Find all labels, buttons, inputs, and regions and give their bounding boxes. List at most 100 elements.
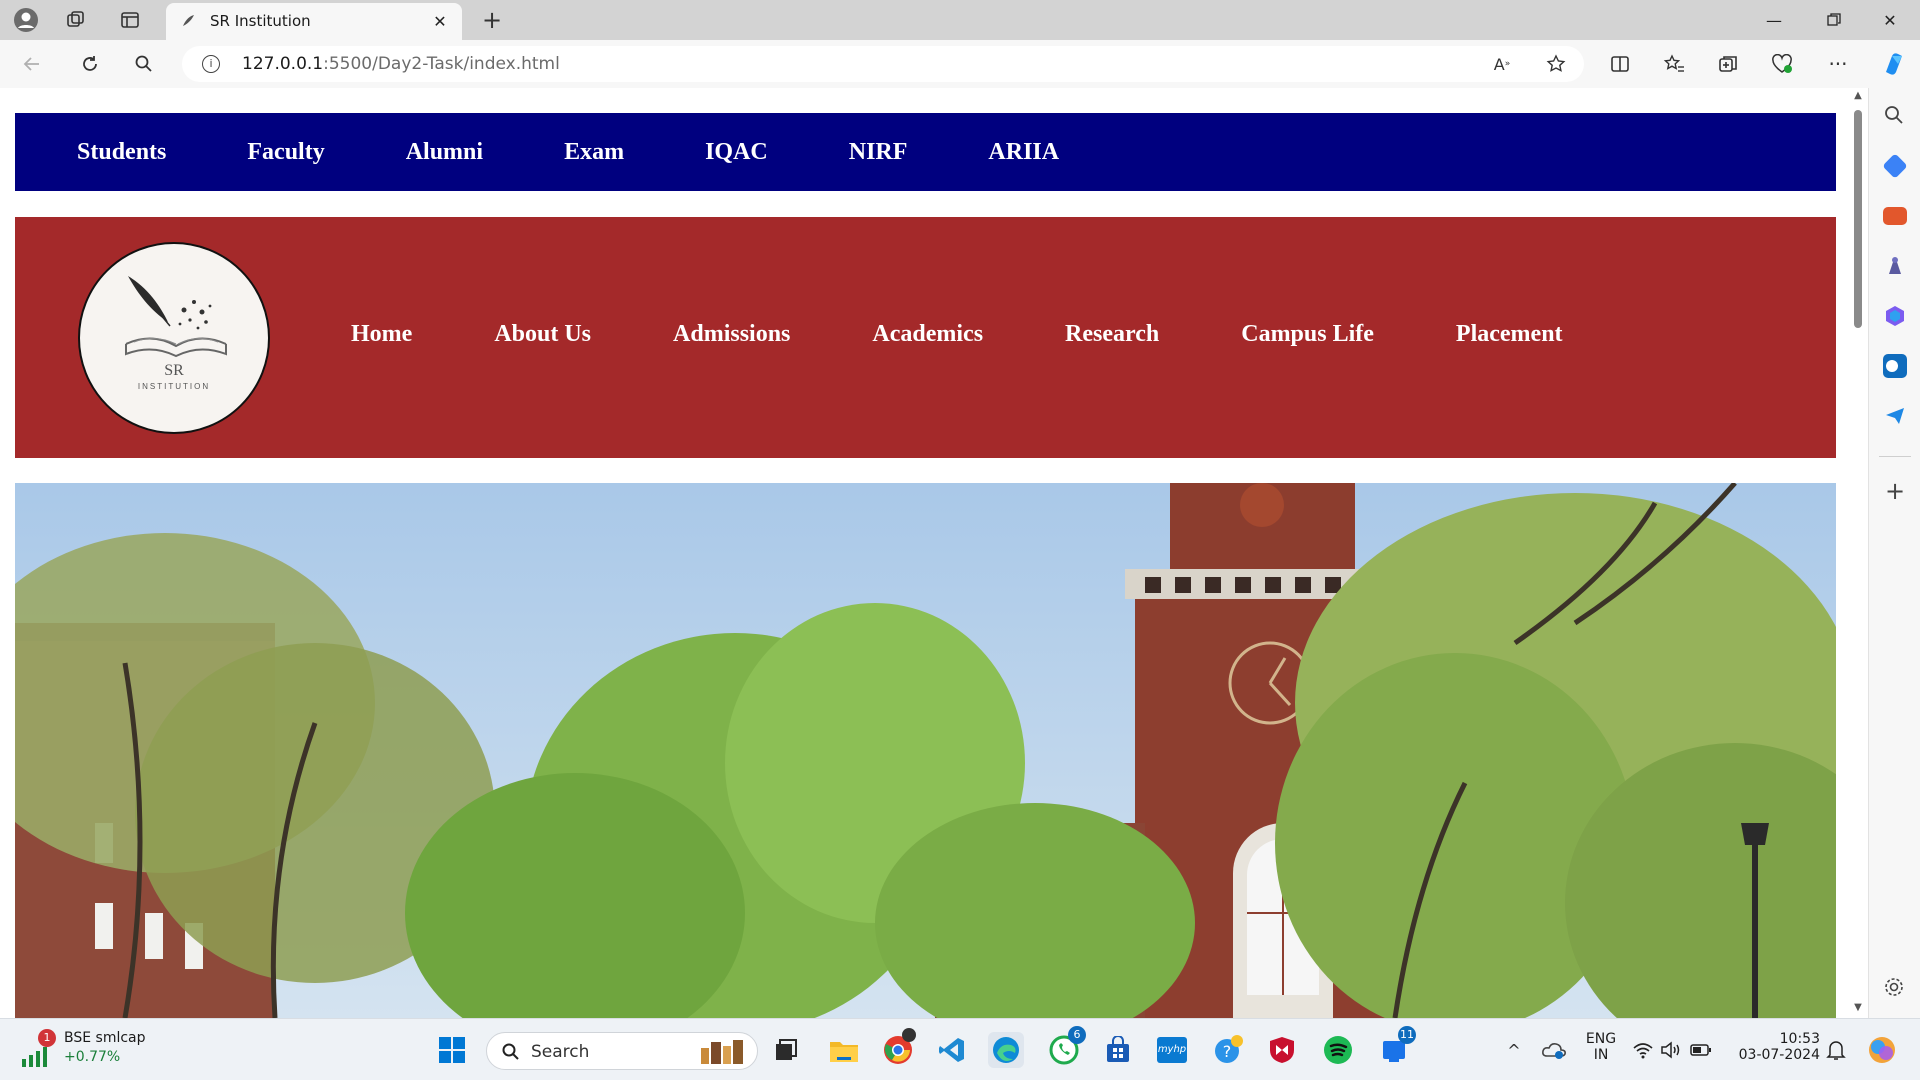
favorites-icon[interactable] — [1662, 52, 1686, 76]
region-code: IN — [1593, 1047, 1609, 1063]
collections-icon[interactable] — [1716, 52, 1740, 76]
main-menu: Home About Us Admissions Academics Resea… — [351, 321, 1645, 348]
microsoft-365-icon[interactable] — [1883, 304, 1907, 328]
sidebar-divider — [1879, 456, 1911, 457]
url-text: 127.0.0.1:5500/Day2-Task/index.html — [242, 54, 560, 74]
search-icon[interactable] — [132, 52, 156, 76]
institution-logo[interactable]: SR INSTITUTION — [78, 242, 270, 434]
menu-home[interactable]: Home — [351, 321, 412, 348]
todo-badge: 11 — [1398, 1026, 1416, 1044]
site-info-icon[interactable]: i — [202, 55, 220, 73]
main-header: SR INSTITUTION Home About Us Admissions … — [15, 217, 1836, 458]
topnav-faculty[interactable]: Faculty — [247, 139, 324, 166]
menu-admissions[interactable]: Admissions — [673, 321, 790, 348]
file-explorer-icon[interactable] — [826, 1032, 862, 1068]
sidebar-settings-icon[interactable] — [1883, 976, 1907, 1000]
show-hidden-icons-icon[interactable]: ^ — [1496, 1032, 1532, 1068]
topnav-nirf[interactable]: NIRF — [849, 139, 908, 166]
menu-research[interactable]: Research — [1065, 321, 1159, 348]
page-viewport: Students Faculty Alumni Exam IQAC NIRF A… — [0, 88, 1868, 1018]
help-icon[interactable]: ? — [1210, 1032, 1246, 1068]
topnav-iqac[interactable]: IQAC — [705, 139, 768, 166]
edge-icon[interactable] — [988, 1032, 1024, 1068]
copilot-icon[interactable] — [1878, 48, 1910, 80]
topnav-alumni[interactable]: Alumni — [406, 139, 483, 166]
myhp-icon[interactable]: myhp — [1154, 1032, 1190, 1068]
chrome-icon[interactable] — [880, 1028, 916, 1068]
profile-icon[interactable] — [12, 6, 40, 34]
stock-widget[interactable]: 1 BSE smlcap +0.77% — [20, 1027, 160, 1073]
workspaces-icon[interactable] — [64, 8, 88, 32]
volume-icon[interactable] — [1658, 1032, 1684, 1068]
close-window-icon[interactable]: ✕ — [1862, 0, 1918, 40]
scrollbar-thumb[interactable] — [1854, 110, 1862, 328]
logo-institution-text: INSTITUTION — [137, 382, 211, 391]
todo-icon[interactable]: 11 — [1376, 1026, 1416, 1068]
language-code: ENG — [1585, 1031, 1617, 1047]
active-tab[interactable]: SR Institution ✕ — [166, 3, 462, 40]
topnav-students[interactable]: Students — [77, 139, 166, 166]
windows-taskbar: 1 BSE smlcap +0.77% Search 6 myhp ? 11 ^… — [0, 1018, 1920, 1080]
whatsapp-badge: 6 — [1068, 1026, 1086, 1044]
send-icon[interactable] — [1883, 404, 1907, 428]
scroll-up-icon[interactable]: ▲ — [1852, 90, 1864, 102]
copilot-taskbar-icon[interactable] — [1864, 1032, 1900, 1068]
games-icon[interactable] — [1883, 254, 1907, 278]
mcafee-icon[interactable] — [1264, 1032, 1300, 1068]
browser-essentials-icon[interactable] — [1770, 52, 1794, 76]
topnav-ariia[interactable]: ARIIA — [988, 139, 1059, 166]
feather-favicon-icon — [183, 15, 194, 26]
url-field[interactable]: i 127.0.0.1:5500/Day2-Task/index.html A» — [182, 46, 1584, 82]
notification-bell-icon[interactable] — [1822, 1032, 1850, 1068]
book-quill-logo-icon — [125, 276, 227, 358]
new-tab-icon[interactable]: + — [478, 6, 506, 34]
sidebar-search-icon[interactable] — [1883, 104, 1907, 128]
top-navigation-bar: Students Faculty Alumni Exam IQAC NIRF A… — [15, 113, 1836, 191]
restore-icon[interactable] — [1806, 0, 1862, 40]
clock[interactable]: 10:53 03-07-2024 — [1730, 1031, 1820, 1063]
wifi-icon[interactable] — [1630, 1032, 1656, 1068]
clock-date: 03-07-2024 — [1738, 1047, 1820, 1063]
outlook-icon[interactable] — [1883, 354, 1907, 378]
widget-title: BSE smlcap — [64, 1030, 146, 1046]
spotify-icon[interactable] — [1320, 1032, 1356, 1068]
address-bar-row: i 127.0.0.1:5500/Day2-Task/index.html A»… — [0, 40, 1920, 88]
onedrive-icon[interactable] — [1536, 1032, 1572, 1068]
close-tab-icon[interactable]: ✕ — [428, 9, 452, 33]
read-aloud-icon[interactable]: A» — [1490, 52, 1514, 76]
browser-tab-bar: SR Institution ✕ + — ✕ — [0, 0, 1920, 40]
microsoft-store-icon[interactable] — [1100, 1032, 1136, 1068]
tools-icon[interactable] — [1883, 207, 1907, 225]
taskbar-search-icon — [502, 1043, 519, 1060]
language-indicator[interactable]: ENG IN — [1578, 1031, 1624, 1063]
url-path: :5500/Day2-Task/index.html — [323, 54, 560, 74]
start-icon[interactable] — [434, 1032, 470, 1068]
campus-photo-illustration — [15, 483, 1836, 1018]
edge-sidebar: + — [1868, 88, 1920, 1018]
scroll-down-icon[interactable]: ▼ — [1852, 1002, 1864, 1014]
more-menu-icon[interactable]: ··· — [1826, 52, 1850, 76]
topnav-exam[interactable]: Exam — [564, 139, 624, 166]
vscode-icon[interactable] — [934, 1032, 970, 1068]
refresh-icon[interactable] — [78, 52, 102, 76]
favorite-star-icon[interactable] — [1544, 52, 1568, 76]
vertical-tabs-icon[interactable] — [118, 8, 142, 32]
back-icon[interactable] — [20, 52, 44, 76]
chrome-profile-badge — [902, 1028, 916, 1042]
menu-academics[interactable]: Academics — [872, 321, 983, 348]
menu-about-us[interactable]: About Us — [494, 321, 591, 348]
minimize-icon[interactable]: — — [1746, 0, 1802, 40]
split-screen-icon[interactable] — [1608, 52, 1632, 76]
task-view-icon[interactable] — [768, 1032, 804, 1068]
whatsapp-icon[interactable]: 6 — [1046, 1026, 1086, 1068]
logo-mark-text: SR — [164, 362, 184, 379]
menu-campus-life[interactable]: Campus Life — [1241, 321, 1374, 348]
widget-value: +0.77% — [64, 1049, 121, 1065]
taskbar-search-box[interactable]: Search — [486, 1032, 758, 1070]
taskbar-search-label: Search — [531, 1042, 590, 1062]
vertical-scrollbar[interactable]: ▲ ▼ — [1848, 88, 1868, 1018]
menu-placement[interactable]: Placement — [1456, 321, 1563, 348]
shopping-tag-icon[interactable] — [1882, 153, 1908, 179]
add-sidebar-app-icon[interactable]: + — [1883, 479, 1907, 504]
battery-icon[interactable] — [1688, 1032, 1714, 1068]
